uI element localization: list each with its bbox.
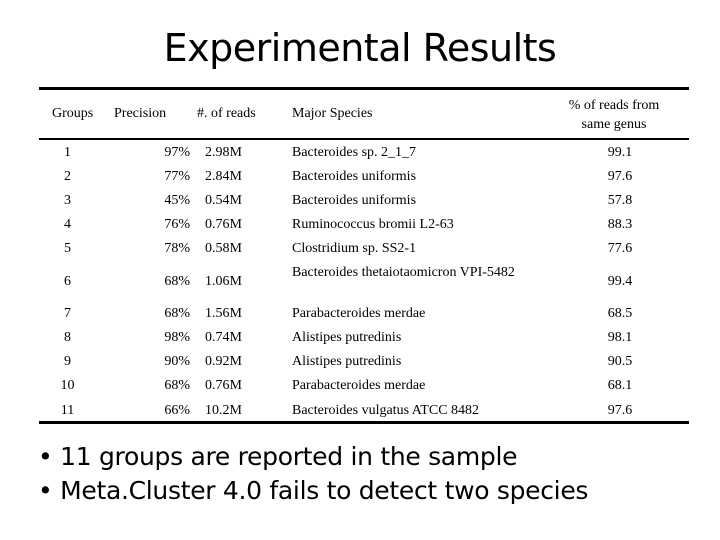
slide-title: Experimental Results [163,26,557,70]
header-precision: Precision [114,106,167,121]
cell-pct-same-genus: 77.6 [607,241,633,256]
bullet-text: 11 groups are reported in the sample [60,442,518,471]
cell-major-species: Parabacteroides merdae [292,378,426,393]
cell-pct-same-genus: 90.5 [607,354,633,369]
cell-reads: 1.06M [205,274,242,289]
cell-major-species: Clostridium sp. SS2-1 [292,241,417,256]
cell-pct-same-genus: 99.1 [607,145,633,160]
cell-pct-same-genus: 98.1 [607,330,633,345]
cell-precision: 68% [164,306,190,321]
cell-precision: 68% [164,378,190,393]
cell-major-species: Bacteroides thetaiotaomicron VPI-5482 [292,265,515,280]
cell-pct-same-genus: 99.4 [607,274,633,289]
table-bottom-rule [39,421,689,424]
cell-group: 9 [64,354,71,369]
cell-group: 7 [64,306,71,321]
cell-major-species: Bacteroides vulgatus ATCC 8482 [292,403,480,418]
cell-precision: 45% [164,193,190,208]
cell-reads: 10.2M [205,403,242,418]
cell-major-species: Ruminococcus bromii L2-63 [292,217,454,232]
header-pct-line2: same genus [581,117,647,132]
cell-reads: 1.56M [205,306,242,321]
header-pct-same-genus: % of reads from same genus [549,96,679,134]
cell-major-species: Alistipes putredinis [292,354,402,369]
cell-precision: 66% [164,403,190,418]
cell-group: 2 [64,169,71,184]
bullet-glyph: • [38,476,53,505]
cell-reads: 2.98M [205,145,242,160]
cell-group: 1 [64,145,71,160]
cell-reads: 0.58M [205,241,242,256]
table-top-rule [39,87,689,90]
cell-reads: 0.76M [205,217,242,232]
cell-precision: 68% [164,274,190,289]
cell-group: 3 [64,193,71,208]
bullet-item: • Meta.Cluster 4.0 fails to detect two s… [38,474,588,508]
bullet-glyph: • [38,442,53,471]
cell-pct-same-genus: 68.1 [607,378,633,393]
bullet-text: Meta.Cluster 4.0 fails to detect two spe… [60,476,589,505]
cell-group: 6 [64,274,71,289]
cell-pct-same-genus: 68.5 [607,306,633,321]
cell-reads: 0.54M [205,193,242,208]
cell-group: 5 [64,241,71,256]
cell-group: 8 [64,330,71,345]
cell-precision: 76% [164,217,190,232]
cell-precision: 97% [164,145,190,160]
header-pct-line1: % of reads from [568,98,660,113]
cell-precision: 78% [164,241,190,256]
cell-major-species: Bacteroides sp. 2_1_7 [292,145,417,160]
cell-major-species: Bacteroides uniformis [292,169,417,184]
cell-major-species: Parabacteroides merdae [292,306,426,321]
table-header-rule [39,138,689,140]
cell-group: 10 [60,378,75,393]
cell-pct-same-genus: 97.6 [607,169,633,184]
cell-group: 4 [64,217,71,232]
cell-reads: 0.92M [205,354,242,369]
cell-reads: 0.76M [205,378,242,393]
bullet-list: • 11 groups are reported in the sample •… [38,440,588,508]
cell-reads: 0.74M [205,330,242,345]
bullet-item: • 11 groups are reported in the sample [38,440,588,474]
cell-pct-same-genus: 97.6 [607,403,633,418]
cell-reads: 2.84M [205,169,242,184]
cell-precision: 77% [164,169,190,184]
cell-pct-same-genus: 57.8 [607,193,633,208]
cell-major-species: Alistipes putredinis [292,330,402,345]
header-reads: #. of reads [197,106,256,121]
cell-precision: 98% [164,330,190,345]
cell-major-species: Bacteroides uniformis [292,193,417,208]
header-groups: Groups [52,106,94,121]
cell-group: 11 [60,403,75,418]
cell-precision: 90% [164,354,190,369]
header-major-species: Major Species [292,106,373,121]
cell-pct-same-genus: 88.3 [607,217,633,232]
